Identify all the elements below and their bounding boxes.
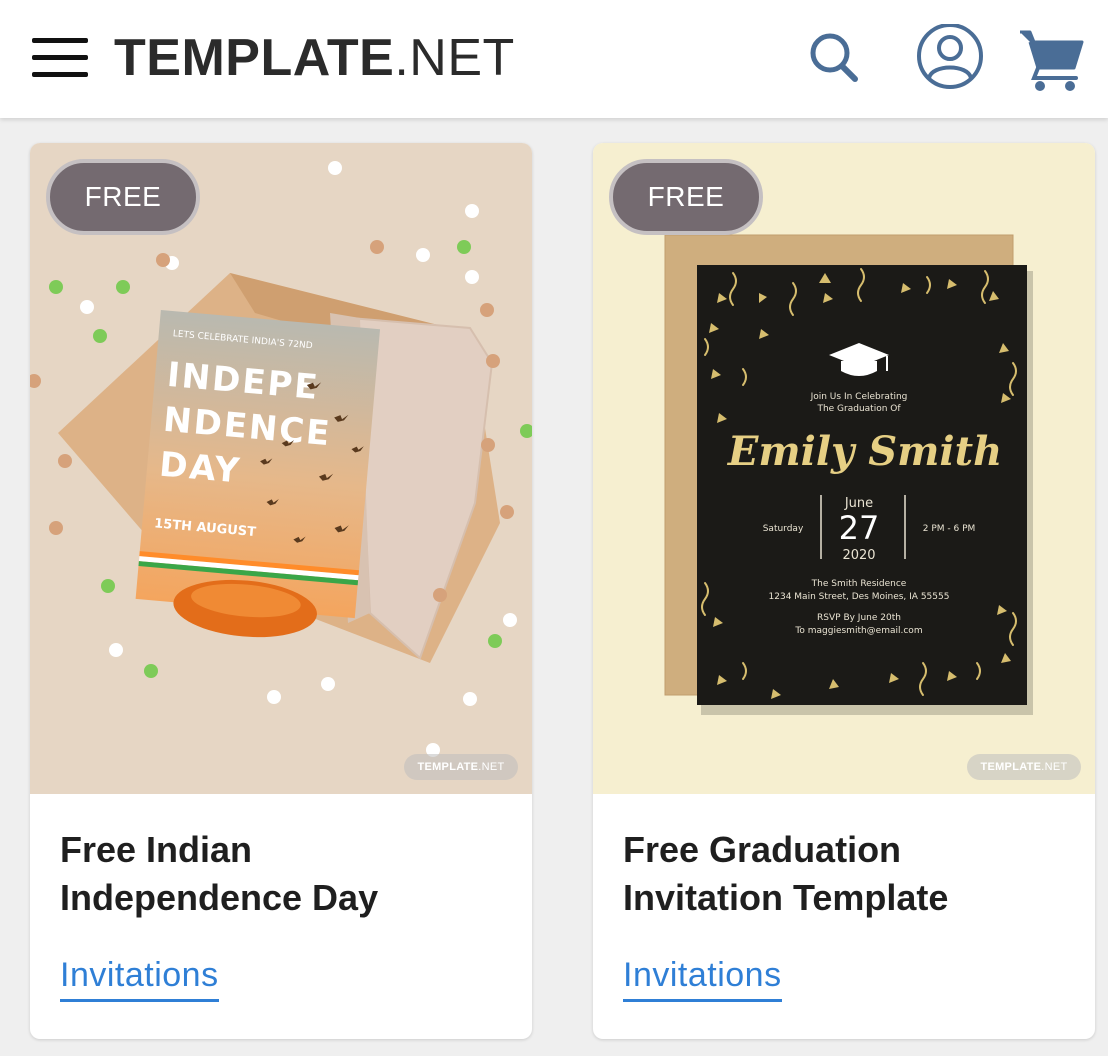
email-text: To maggiesmith@email.com: [794, 626, 922, 636]
rsvp-text: RSVP By June 20th: [817, 613, 901, 623]
event-time: 2 PM - 6 PM: [923, 524, 976, 534]
graduate-name: Emily Smith: [727, 428, 1002, 475]
search-icon[interactable]: [800, 24, 870, 94]
template-card-independence-day[interactable]: LETS CELEBRATE INDIA'S 72ND INDEPE NDENC…: [30, 143, 532, 1039]
site-logo[interactable]: TEMPLATE.NET: [114, 30, 515, 86]
card-title-line2: Independence Day: [60, 877, 379, 918]
watermark: TEMPLATE.NET: [967, 754, 1081, 780]
menu-icon[interactable]: [32, 36, 88, 80]
event-year: 2020: [842, 548, 875, 563]
card-title-line1: Free Indian: [60, 829, 253, 870]
address-text: 1234 Main Street, Des Moines, IA 55555: [769, 592, 950, 602]
watermark: TEMPLATE.NET: [404, 754, 518, 780]
free-badge: FREE: [46, 159, 200, 235]
card-title[interactable]: Free Graduation Invitation Template: [623, 826, 1063, 922]
card-title[interactable]: Free Indian Independence Day: [60, 826, 500, 922]
intro-line2: The Graduation Of: [816, 404, 901, 414]
category-link[interactable]: Invitations: [60, 956, 219, 1002]
headline-line3: DAY: [158, 445, 243, 492]
account-icon[interactable]: [914, 24, 984, 94]
watermark-light: .NET: [478, 761, 505, 773]
independence-day-preview: LETS CELEBRATE INDIA'S 72ND INDEPE NDENC…: [30, 143, 532, 794]
top-header: TEMPLATE.NET: [0, 0, 1108, 118]
watermark-bold: TEMPLATE: [417, 761, 479, 773]
intro-line1: Join Us In Celebrating: [810, 392, 908, 402]
watermark-bold: TEMPLATE: [980, 761, 1042, 773]
logo-bold: TEMPLATE: [114, 29, 395, 87]
template-card-graduation[interactable]: Join Us In Celebrating The Graduation Of…: [593, 143, 1095, 1039]
event-date: 27: [839, 509, 880, 547]
category-link[interactable]: Invitations: [623, 956, 782, 1002]
template-thumbnail[interactable]: LETS CELEBRATE INDIA'S 72ND INDEPE NDENC…: [30, 143, 532, 794]
free-badge: FREE: [609, 159, 763, 235]
card-title-line2: Invitation Template: [623, 877, 949, 918]
venue-text: The Smith Residence: [811, 579, 907, 589]
event-day: Saturday: [763, 524, 804, 534]
cart-icon[interactable]: [1016, 22, 1086, 92]
card-title-line1: Free Graduation: [623, 829, 902, 870]
template-thumbnail[interactable]: Join Us In Celebrating The Graduation Of…: [593, 143, 1095, 794]
graduation-invitation-preview: Join Us In Celebrating The Graduation Of…: [593, 143, 1095, 794]
logo-light: .NET: [394, 29, 515, 87]
watermark-light: .NET: [1041, 761, 1068, 773]
